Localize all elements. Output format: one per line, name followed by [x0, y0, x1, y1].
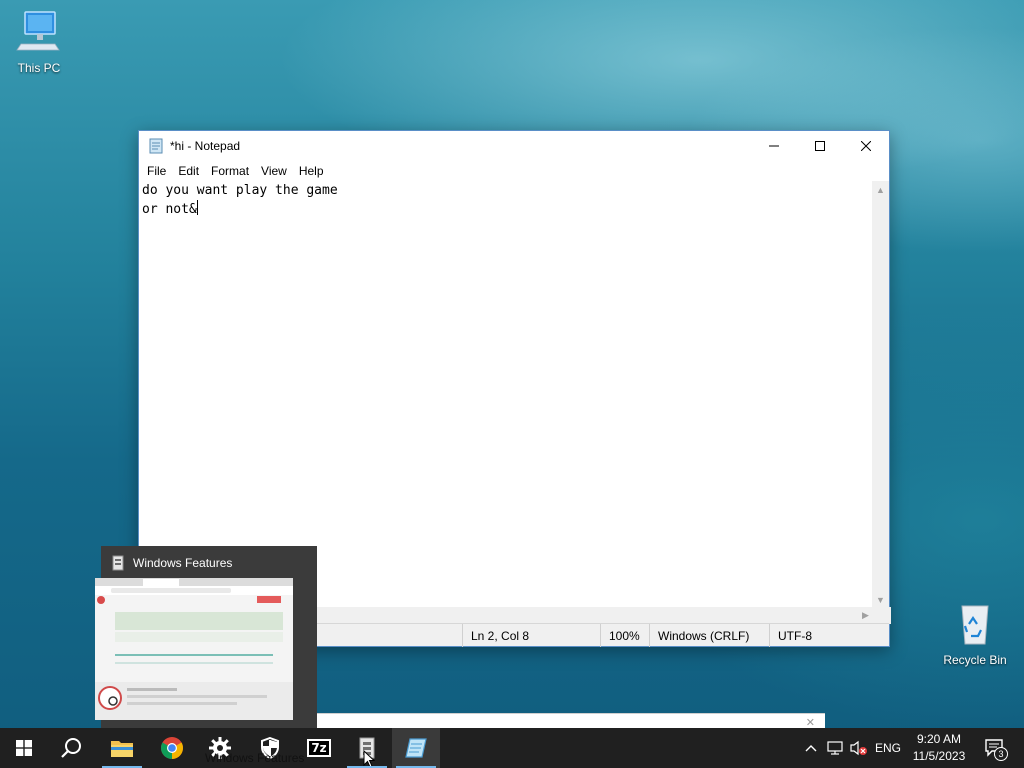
maximize-button[interactable] [797, 131, 843, 161]
file-explorer-icon [111, 741, 133, 757]
clock-time: 9:20 AM [916, 732, 962, 746]
start-button[interactable] [0, 728, 48, 768]
taskbar-chrome[interactable] [148, 728, 196, 768]
minimize-icon [769, 145, 779, 147]
menu-edit[interactable]: Edit [172, 164, 205, 178]
clock-date: 11/5/2023 [912, 749, 966, 763]
computer-icon [16, 11, 60, 51]
menu-file[interactable]: File [141, 164, 172, 178]
window-title: *hi - Notepad [170, 139, 241, 153]
desktop-icon-this-pc[interactable]: This PC [2, 10, 76, 75]
status-line-ending: Windows (CRLF) [649, 624, 769, 647]
search-icon [61, 738, 81, 758]
language-indicator[interactable]: ENG [872, 728, 904, 768]
network-button[interactable] [824, 728, 848, 768]
scroll-right-icon[interactable]: ▶ [857, 607, 874, 624]
text-line: or not& [142, 202, 197, 217]
scroll-up-icon[interactable]: ▲ [872, 181, 889, 198]
maximize-icon [815, 141, 825, 151]
desktop-icon-label: This PC [17, 61, 61, 75]
chrome-icon [161, 737, 183, 759]
text-line: do you want play the game [142, 183, 338, 198]
action-center-button[interactable]: 3 [978, 728, 1012, 768]
start-icon [16, 740, 32, 756]
minimize-button[interactable] [751, 131, 797, 161]
thumbnail-title: Windows Features [133, 556, 233, 570]
notification-badge: 3 [994, 747, 1008, 761]
close-button[interactable] [843, 131, 889, 161]
windows-features-icon [112, 555, 124, 571]
status-position: Ln 2, Col 8 [462, 624, 602, 647]
notepad-icon [405, 738, 427, 758]
close-icon [861, 141, 871, 151]
menu-help[interactable]: Help [293, 164, 330, 178]
notepad-icon [149, 138, 163, 154]
menu-format[interactable]: Format [205, 164, 255, 178]
menu-view[interactable]: View [255, 164, 293, 178]
thumbnail-image [95, 578, 293, 720]
7zip-icon: 7z [307, 739, 331, 757]
recycle-bin-icon [961, 605, 989, 645]
menu-bar: File Edit Format View Help [139, 161, 889, 181]
desktop-icon-recycle-bin[interactable]: Recycle Bin [938, 602, 1012, 667]
taskbar-thumbnail-preview[interactable]: Windows Features [95, 546, 317, 728]
mouse-pointer-icon [363, 750, 375, 768]
7zip-label: 7z [311, 741, 327, 755]
status-encoding: UTF-8 [769, 624, 889, 647]
taskbar-tooltip: Windows Features [205, 751, 305, 765]
scroll-down-icon[interactable]: ▼ [872, 591, 889, 608]
desktop-icon-label: Recycle Bin [943, 653, 1007, 667]
text-caret [196, 200, 198, 215]
vertical-scrollbar[interactable]: ▲ ▼ [872, 181, 889, 617]
status-zoom: 100% [600, 624, 650, 647]
clock[interactable]: 9:20 AM 11/5/2023 [908, 731, 970, 765]
language-label: ENG [874, 741, 901, 755]
show-hidden-icons-button[interactable] [800, 728, 822, 768]
taskbar: 7z ENG 9:20 AM 11/5/2023 3 [0, 728, 1024, 768]
chevron-up-icon [805, 745, 817, 752]
taskbar-windows-features[interactable] [343, 728, 391, 768]
network-icon [827, 741, 843, 755]
title-bar[interactable]: *hi - Notepad [139, 131, 889, 161]
taskbar-notepad[interactable] [392, 728, 440, 768]
taskbar-file-explorer[interactable] [98, 728, 146, 768]
search-button[interactable] [48, 728, 96, 768]
volume-button[interactable] [848, 728, 870, 768]
volume-muted-icon [850, 740, 867, 756]
